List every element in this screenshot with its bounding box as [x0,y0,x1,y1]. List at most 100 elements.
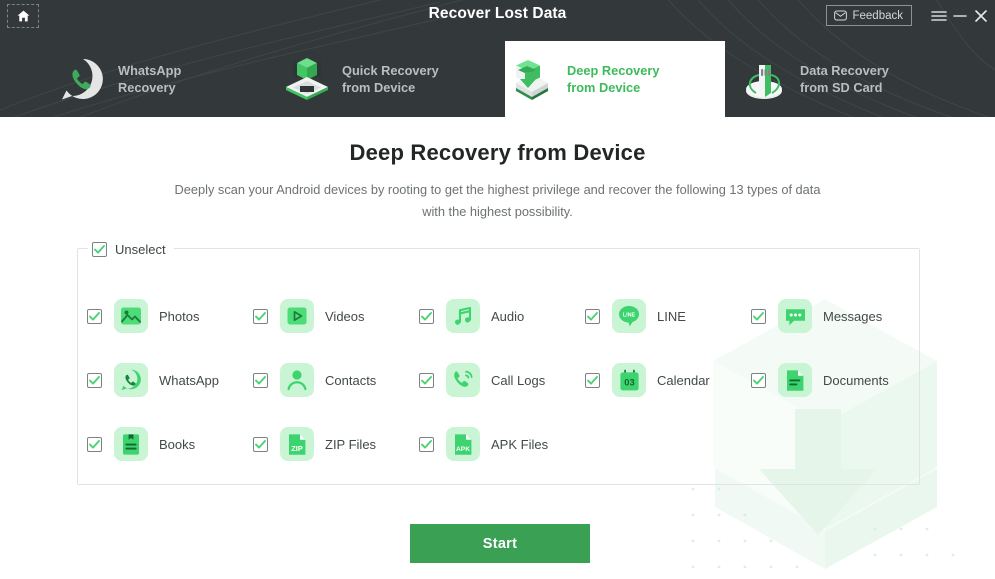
menu-button[interactable] [930,7,948,25]
checkmark-icon [255,439,266,449]
message-bubble-icon [778,299,812,333]
hamburger-menu-icon [931,11,947,21]
video-play-icon [280,299,314,333]
data-type-photos[interactable]: Photos [87,284,253,348]
whatsapp-phone-icon [56,52,110,106]
sd-card-icon [738,52,792,106]
svg-text:LINE: LINE [623,312,636,318]
apk-file-icon: APK [446,427,480,461]
checkbox-calllogs[interactable] [419,372,434,388]
feedback-button[interactable]: Feedback [826,5,912,26]
tab-data-recovery-from-sd-card[interactable]: Data Recovery from SD Card [738,41,953,117]
data-type-zipfiles[interactable]: ZIP ZIP Files [253,412,419,476]
whatsapp-icon [114,363,148,397]
close-button[interactable] [972,7,990,25]
main-content: Deep Recovery from Device Deeply scan yo… [0,117,995,579]
tab-label-whatsapp-recovery: WhatsApp Recovery [118,63,182,95]
data-type-calendar[interactable]: 03 Calendar [585,348,751,412]
label-calllogs: Call Logs [491,372,546,388]
select-all-label: Unselect [115,241,166,257]
checkbox-zipfiles[interactable] [253,436,268,452]
data-type-apkfiles[interactable]: APK APK Files [419,412,585,476]
checkbox-whatsapp[interactable] [87,372,102,388]
checkbox-documents[interactable] [751,372,766,388]
label-videos: Videos [325,308,365,324]
data-type-whatsapp[interactable]: WhatsApp [87,348,253,412]
data-type-calllogs[interactable]: Call Logs [419,348,585,412]
minimize-button[interactable] [951,7,969,25]
select-all-row[interactable]: Unselect [88,240,174,258]
tab-label-deep-recovery-from-device: Deep Recovery from Device [567,63,660,95]
label-photos: Photos [159,308,200,324]
data-type-documents[interactable]: Documents [751,348,912,412]
checkbox-contacts[interactable] [253,372,268,388]
close-icon [975,10,987,22]
checkmark-icon [421,311,432,321]
zip-file-label: ZIP [291,444,303,453]
label-messages: Messages [823,308,883,324]
checkmark-icon [753,375,764,385]
checkbox-videos[interactable] [253,308,268,324]
feedback-label: Feedback [852,9,903,22]
data-type-line[interactable]: LINE LINE [585,284,751,348]
label-calendar: Calendar [657,372,710,388]
checkmark-icon [421,375,432,385]
checkbox-photos[interactable] [87,308,102,324]
label-apkfiles: APK Files [491,436,549,452]
checkmark-icon [89,439,100,449]
tab-whatsapp-recovery[interactable]: WhatsApp Recovery [56,41,266,117]
checkbox-line[interactable] [585,308,600,324]
checkmark-icon [94,244,105,254]
start-button[interactable]: Start [410,524,590,563]
checkbox-apkfiles[interactable] [419,436,434,452]
checkbox-calendar[interactable] [585,372,600,388]
data-type-messages[interactable]: Messages [751,284,912,348]
contact-person-icon [280,363,314,397]
checkmark-icon [89,375,100,385]
titlebar: Recover Lost Data Feedback [0,0,995,41]
device-cube-icon [280,52,334,106]
checkmark-icon [89,311,100,321]
data-type-row: WhatsApp Contacts Call Logs 03 Calendar … [87,348,912,412]
line-app-icon: LINE [612,299,646,333]
checkbox-audio[interactable] [419,308,434,324]
call-log-icon [446,363,480,397]
tab-quick-recovery-from-device[interactable]: Quick Recovery from Device [280,41,495,117]
tab-label-quick-recovery-from-device: Quick Recovery from Device [342,63,439,95]
label-line: LINE [657,308,686,324]
envelope-icon [834,10,848,21]
home-button[interactable] [7,4,39,28]
data-type-empty-slot [585,412,751,476]
checkmark-icon [753,311,764,321]
calendar-icon: 03 [612,363,646,397]
data-type-audio[interactable]: Audio [419,284,585,348]
checkmark-icon [255,375,266,385]
page-title: Deep Recovery from Device [349,140,646,165]
music-note-icon [446,299,480,333]
calendar-day-number: 03 [624,376,634,387]
data-type-contacts[interactable]: Contacts [253,348,419,412]
tab-label-data-recovery-from-sd-card: Data Recovery from SD Card [800,63,889,95]
label-documents: Documents [823,372,889,388]
home-icon [17,10,29,22]
tab-deep-recovery-from-device[interactable]: Deep Recovery from Device [505,41,725,117]
page-description: Deeply scan your Android devices by root… [174,182,821,219]
apk-file-label: APK [456,446,470,453]
checkmark-icon [587,311,598,321]
checkbox-messages[interactable] [751,308,766,324]
data-type-row: Books ZIP ZIP Files APK APK Files [87,412,912,476]
book-icon [114,427,148,461]
data-type-grid: Photos Videos Audio LINE LINE Messages W… [87,284,912,476]
data-type-books[interactable]: Books [87,412,253,476]
deep-scan-cube-icon [505,52,559,106]
label-whatsapp: WhatsApp [159,372,219,388]
data-type-panel: Unselect Photos Videos Audio LINE LINE M… [77,240,920,485]
checkbox-books[interactable] [87,436,102,452]
photo-icon [114,299,148,333]
app-window: Recover Lost Data Feedback WhatsApp Reco… [0,0,995,579]
data-type-videos[interactable]: Videos [253,284,419,348]
data-type-row: Photos Videos Audio LINE LINE Messages [87,284,912,348]
label-zipfiles: ZIP Files [325,436,377,452]
checkmark-icon [421,439,432,449]
select-all-checkbox[interactable] [92,241,107,257]
